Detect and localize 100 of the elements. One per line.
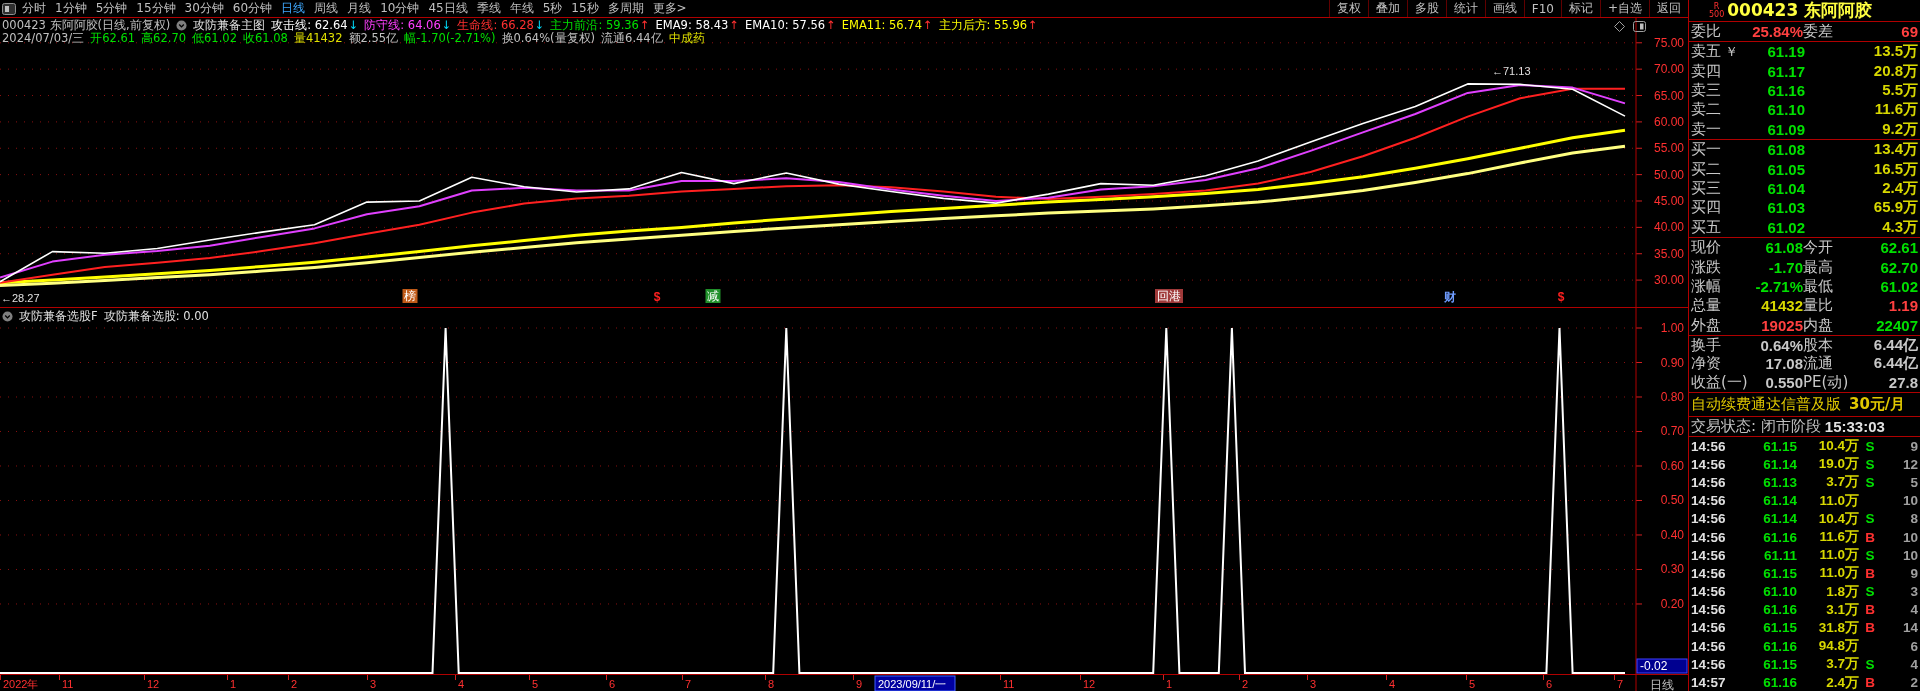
- period-tab[interactable]: 60分钟: [232, 0, 273, 17]
- date-label: 4: [1389, 678, 1396, 690]
- field-value: 6.44亿: [1872, 335, 1918, 355]
- dropdown-icon[interactable]: [2, 311, 13, 322]
- tick-side: S: [1864, 656, 1876, 672]
- toolbar-button[interactable]: 统计: [1445, 0, 1485, 17]
- tick-time: 14:56: [1691, 493, 1727, 509]
- tick-count: 5: [1909, 474, 1918, 490]
- tick-price: 61.11: [1762, 547, 1797, 563]
- dropdown-icon[interactable]: [176, 20, 188, 31]
- period-tab[interactable]: 年线: [509, 0, 534, 17]
- axis-label: 0.90: [1660, 355, 1684, 370]
- toolbar-button[interactable]: +自选: [1599, 0, 1649, 17]
- tick-count: 10: [1901, 547, 1918, 563]
- tick-time: 14:56: [1691, 584, 1727, 600]
- price-label: ←28.27: [1, 292, 40, 304]
- event-mark: 财: [1444, 290, 1456, 304]
- tick-time: 14:56: [1691, 656, 1727, 672]
- tick-count: 10: [1901, 529, 1918, 545]
- stock-title: 000423 东阿阿胶(日线,前复权): [2, 19, 171, 32]
- toolbar-button[interactable]: 叠加: [1367, 0, 1407, 17]
- period-tab[interactable]: 5秒: [542, 0, 563, 17]
- period-tab[interactable]: 5分钟: [95, 0, 128, 17]
- ask-volume: 13.5万: [1872, 42, 1918, 62]
- field-label: 涨幅: [1691, 276, 1722, 296]
- axis-label: 75.00: [1653, 35, 1684, 50]
- period-tab[interactable]: 周线: [314, 0, 339, 17]
- toolbar-button[interactable]: 复权: [1328, 0, 1368, 17]
- period-tab[interactable]: 分时: [22, 0, 46, 17]
- ask-volume: 9.2万: [1881, 119, 1918, 139]
- indicator-value: EMA11: 56.74: [841, 19, 922, 32]
- readout-box: -0.02: [1636, 658, 1688, 674]
- tick-time: 14:56: [1691, 511, 1727, 527]
- date-label: 4: [458, 678, 465, 690]
- trend-arrow: ↑: [1028, 19, 1038, 32]
- date-label: 5: [1469, 678, 1476, 690]
- axis-label: 0.20: [1660, 596, 1684, 611]
- period-tab[interactable]: 更多>: [652, 0, 687, 17]
- bar-info: 中成药: [668, 32, 705, 45]
- tick-count: 9: [1909, 438, 1918, 454]
- window-icon[interactable]: [1633, 21, 1646, 32]
- tick-price: 61.10: [1762, 584, 1797, 600]
- period-tab[interactable]: 30分钟: [184, 0, 224, 17]
- axis-label: 0.40: [1660, 528, 1684, 542]
- axis-label: 0.30: [1660, 562, 1684, 577]
- tick-price: 61.13: [1762, 474, 1797, 490]
- tick-count: 4: [1909, 602, 1918, 618]
- indicator-value: 防守线: 64.06: [364, 19, 441, 32]
- period-tab[interactable]: 月线: [347, 0, 372, 17]
- tick-price: 61.14: [1762, 511, 1797, 527]
- date-label: 7: [685, 678, 692, 690]
- trend-arrow: ↓: [441, 19, 452, 32]
- tick-count: 2: [1909, 675, 1918, 691]
- field-label: PE(动): [1803, 372, 1847, 392]
- bid-label: 买一: [1691, 140, 1722, 160]
- field-value: 62.70: [1879, 258, 1918, 276]
- field-value: 1.19: [1887, 297, 1918, 315]
- tick-time: 14:57: [1691, 675, 1727, 691]
- field-label: 换手: [1691, 335, 1722, 355]
- tick-volume: 2.4万: [1825, 673, 1859, 691]
- tick-price: 61.16: [1762, 529, 1797, 545]
- field-label: 股本: [1803, 335, 1834, 355]
- toolbar-button[interactable]: 返回: [1649, 0, 1688, 17]
- formula-name: 攻防兼备主图: [193, 19, 266, 32]
- period-tab[interactable]: 10分钟: [380, 0, 420, 17]
- date-label: 6: [609, 678, 616, 690]
- tick-count: 8: [1909, 511, 1918, 527]
- tick-volume: 11.6万: [1818, 528, 1859, 547]
- period-tab[interactable]: 日线: [281, 0, 306, 17]
- toolbar-button[interactable]: 画线: [1484, 0, 1524, 17]
- promo-text[interactable]: 自动续费通达信普及版: [1691, 395, 1841, 414]
- period-tab[interactable]: 多周期: [607, 0, 644, 17]
- bar-info: 低61.02: [192, 32, 237, 45]
- field-value: 61.02: [1879, 277, 1918, 295]
- panel-toggle-icon[interactable]: [2, 2, 16, 15]
- bar-info: 开62.61: [90, 32, 136, 45]
- date-label: 2022年: [3, 678, 39, 690]
- axis-label: 0.80: [1660, 390, 1684, 404]
- field-value: -2.71%: [1754, 277, 1803, 295]
- toolbar-button[interactable]: 多股: [1406, 0, 1446, 17]
- event-badge: 回港: [1155, 289, 1183, 303]
- period-tab[interactable]: 15秒: [571, 0, 599, 17]
- period-tab[interactable]: 45日线: [428, 0, 468, 17]
- tick-price: 61.14: [1762, 493, 1797, 509]
- bid-price: 61.08: [1766, 141, 1805, 159]
- field-value: 62.61: [1879, 239, 1918, 257]
- diamond-icon[interactable]: [1614, 21, 1625, 32]
- period-tab[interactable]: 季线: [476, 0, 501, 17]
- event-badge: 榜: [402, 289, 418, 303]
- period-tab[interactable]: 1分钟: [55, 0, 87, 17]
- period-tab[interactable]: 15分钟: [136, 0, 176, 17]
- ask-label: 卖二: [1691, 100, 1722, 120]
- bar-info: 幅-1.70(-2.71%): [404, 32, 496, 45]
- field-label: 净资: [1691, 354, 1722, 374]
- date-label: 1: [1166, 678, 1173, 690]
- bid-volume: 65.9万: [1872, 198, 1918, 218]
- axis-label: 0.70: [1660, 424, 1684, 439]
- toolbar-button[interactable]: F10: [1523, 0, 1561, 17]
- tick-volume: 3.7万: [1825, 655, 1859, 674]
- toolbar-button[interactable]: 标记: [1560, 0, 1600, 17]
